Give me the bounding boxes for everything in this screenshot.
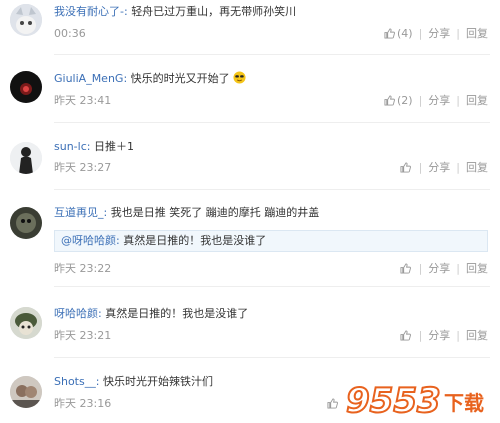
divider: |: [456, 94, 460, 107]
username-link[interactable]: 我没有耐心了: [54, 5, 120, 18]
thumbs-up-icon: [384, 95, 395, 106]
comment-line: 我没有耐心了-: 轻舟已过万重山，再无带师孙笑川: [54, 5, 296, 19]
like-count: (2): [396, 94, 413, 107]
comment-actions: (4) | 分享 | 回复: [384, 27, 488, 41]
thumbs-up-icon: [400, 330, 411, 341]
reply-button[interactable]: 回复: [466, 161, 488, 174]
divider: [54, 122, 490, 123]
comment-text: 快乐的时光又开始了: [130, 72, 230, 85]
divider: [54, 357, 490, 358]
sunglasses-emoji-icon: [233, 71, 246, 84]
divider: |: [418, 161, 423, 174]
username-separator: :: [98, 307, 102, 320]
thumbs-up-icon: [400, 263, 411, 274]
divider: |: [456, 161, 460, 174]
share-button[interactable]: 分享: [428, 27, 450, 40]
divider: |: [456, 27, 460, 40]
avatar[interactable]: [10, 71, 42, 103]
comment-line: 呀哈哈颜: 真然是日推的！我也是没谁了: [54, 307, 248, 321]
divider: |: [418, 27, 423, 40]
like-button[interactable]: [400, 329, 413, 342]
divider: [54, 189, 490, 190]
divider: [54, 54, 490, 55]
quoted-reply: @呀哈哈颜: 真然是日推的！我也是没谁了: [54, 230, 488, 252]
divider: |: [418, 94, 423, 107]
thumbs-up-icon: [400, 162, 411, 173]
share-button[interactable]: 分享: [428, 329, 450, 342]
username-link[interactable]: Shots__: [54, 375, 96, 388]
comment-actions: | 分享 | 回复: [400, 262, 488, 276]
thumbs-up-icon: [384, 28, 395, 39]
quoted-username-link[interactable]: @呀哈哈颜: [61, 234, 116, 247]
watermark-logo: 9553 下载: [344, 376, 494, 422]
comment-text: 轻舟已过万重山，再无带师孙笑川: [131, 5, 297, 18]
share-button[interactable]: 分享: [428, 161, 450, 174]
divider: |: [456, 329, 460, 342]
comment-line: 互道再见_: 我也是日推 笑死了 蹦迪的摩托 蹦迪的井盖: [54, 206, 319, 220]
comment-item: 呀哈哈颜: 真然是日推的！我也是没谁了 昨天 23:21 | 分享 | 回复: [0, 291, 500, 355]
avatar[interactable]: [10, 4, 42, 36]
comment-item: sun-lc: 日推＋1 昨天 23:27 | 分享 | 回复: [0, 127, 500, 187]
comment-line: sun-lc: 日推＋1: [54, 140, 134, 154]
comment-actions: [327, 397, 340, 411]
quoted-text: 真然是日推的！我也是没谁了: [123, 234, 267, 247]
timestamp: 昨天 23:21: [54, 329, 112, 342]
comment-item: 互道再见_: 我也是日推 笑死了 蹦迪的摩托 蹦迪的井盖 @呀哈哈颜: 真然是日…: [0, 194, 500, 284]
share-button[interactable]: 分享: [428, 262, 450, 275]
username-link[interactable]: GiuliA_MenG: [54, 72, 123, 85]
comment-actions: | 分享 | 回复: [400, 161, 488, 175]
username-separator: :: [95, 375, 100, 388]
comment-text: 日推＋1: [93, 140, 134, 153]
reply-button[interactable]: 回复: [466, 94, 488, 107]
comment-line: GiuliA_MenG: 快乐的时光又开始了: [54, 71, 246, 86]
username-separator: :: [116, 234, 120, 247]
avatar[interactable]: [10, 376, 42, 408]
divider: |: [418, 262, 423, 275]
avatar[interactable]: [10, 207, 42, 239]
like-button[interactable]: [400, 161, 413, 174]
username-link[interactable]: 互道再见_: [54, 206, 104, 219]
comment-item: GiuliA_MenG: 快乐的时光又开始了 昨天 23:41 (2) | 分享 | 回…: [0, 60, 500, 120]
username-separator: :: [103, 206, 108, 219]
username-separator: -:: [120, 5, 128, 18]
avatar[interactable]: [10, 307, 42, 339]
like-button[interactable]: [327, 397, 340, 410]
divider: |: [418, 329, 423, 342]
like-button[interactable]: (2): [384, 94, 413, 107]
username-separator: :: [123, 72, 128, 85]
watermark-number: 9553: [346, 381, 441, 420]
comment-text: 我也是日推 笑死了 蹦迪的摩托 蹦迪的井盖: [110, 206, 320, 219]
reply-button[interactable]: 回复: [466, 262, 488, 275]
username-link[interactable]: 呀哈哈颜: [54, 307, 98, 320]
comment-actions: | 分享 | 回复: [400, 329, 488, 343]
timestamp: 昨天 23:27: [54, 161, 112, 174]
avatar[interactable]: [10, 142, 42, 174]
thumbs-up-icon: [327, 398, 338, 409]
divider: |: [456, 262, 460, 275]
timestamp: 00:36: [54, 27, 86, 40]
timestamp: 昨天 23:22: [54, 262, 112, 275]
divider: [54, 286, 490, 287]
comment-text: 快乐时光开始辣铁汁们: [102, 375, 213, 388]
comment-line: Shots__: 快乐时光开始辣铁汁们: [54, 375, 213, 389]
watermark-suffix: 下载: [444, 391, 484, 415]
like-button[interactable]: [400, 262, 413, 275]
username-link[interactable]: sun-lc: [54, 140, 87, 153]
like-count: (4): [396, 27, 413, 40]
comment-item: 我没有耐心了-: 轻舟已过万重山，再无带师孙笑川 00:36 (4) | 分享 | 回复: [0, 0, 500, 52]
username-separator: :: [86, 140, 91, 153]
reply-button[interactable]: 回复: [466, 329, 488, 342]
timestamp: 昨天 23:41: [54, 94, 112, 107]
like-button[interactable]: (4): [384, 27, 413, 40]
timestamp: 昨天 23:16: [54, 397, 112, 410]
comment-text: 真然是日推的！我也是没谁了: [105, 307, 249, 320]
comment-actions: (2) | 分享 | 回复: [384, 94, 488, 108]
share-button[interactable]: 分享: [428, 94, 450, 107]
reply-button[interactable]: 回复: [466, 27, 488, 40]
